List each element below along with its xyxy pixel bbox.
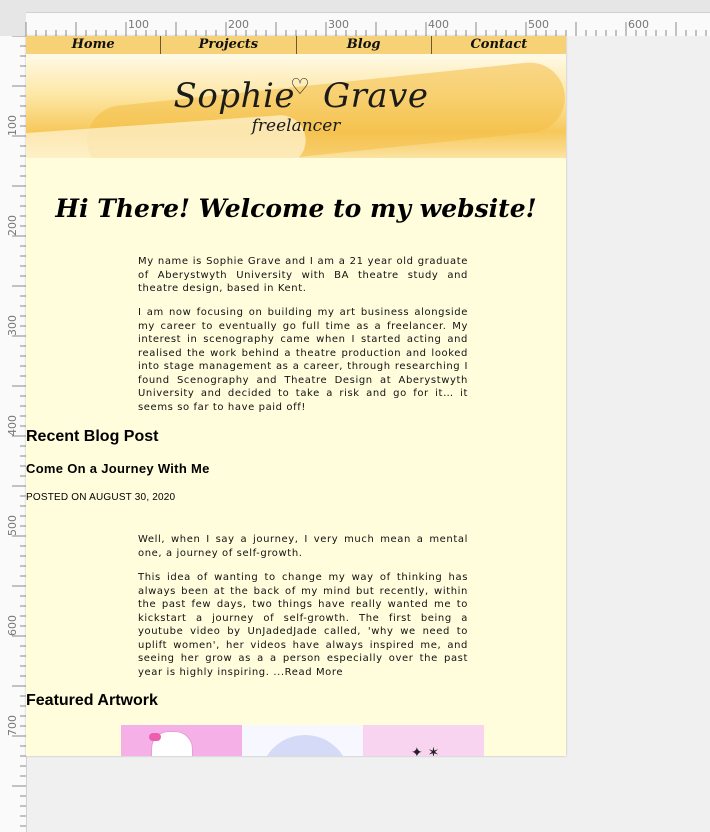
- top-ruler-label: 600: [628, 18, 649, 31]
- left-ruler-label: 500: [6, 515, 19, 536]
- top-ruler-label: 200: [228, 18, 249, 31]
- nav-item-blog[interactable]: Blog: [297, 36, 432, 54]
- artwork-thumbnail[interactable]: [242, 725, 363, 756]
- header-banner: Sophie Grave ♡ freelancer: [26, 54, 566, 158]
- nav-item-projects[interactable]: Projects: [161, 36, 297, 54]
- blog-post-date: POSTED ON AUGUST 30, 2020: [26, 492, 176, 503]
- nav-item-contact[interactable]: Contact: [432, 36, 566, 54]
- artwork-thumbnail[interactable]: ✦ ✶: [363, 725, 484, 756]
- intro-paragraph-2: I am now focusing on building my art bus…: [138, 307, 468, 413]
- blog-paragraph-2: This idea of wanting to change my way of…: [138, 572, 468, 678]
- welcome-heading: Hi There! Welcome to my website!: [55, 194, 537, 223]
- top-ruler-ticks: [25, 22, 707, 36]
- page-canvas: Home Projects Blog Contact Sophie Grave ♡…: [26, 36, 566, 756]
- logo-first-name: Sophie: [173, 76, 295, 116]
- left-ruler-label: 200: [6, 215, 19, 236]
- logo-last-name: Grave: [322, 76, 429, 116]
- top-ruler-label: 100: [128, 18, 149, 31]
- top-ruler-label: 400: [428, 18, 449, 31]
- left-ruler: 100 200 300 400 500 600 700: [0, 36, 27, 832]
- heart-icon: ♡: [290, 75, 310, 100]
- intro-paragraph-1: My name is Sophie Grave and I am a 21 ye…: [138, 256, 468, 294]
- blog-post-title[interactable]: Come On a Journey With Me: [26, 461, 210, 476]
- top-ruler-label: 500: [528, 18, 549, 31]
- bow-icon: [149, 733, 161, 741]
- blog-paragraph-1: Well, when I say a journey, I very much …: [138, 534, 468, 559]
- sparkle-icon: ✦ ✶: [411, 745, 440, 756]
- nav-item-home[interactable]: Home: [26, 36, 162, 54]
- artwork-thumbnail[interactable]: [121, 725, 242, 756]
- left-ruler-label: 700: [6, 715, 19, 736]
- left-ruler-label: 100: [6, 115, 19, 136]
- top-ruler: 100 200 300 400 500 600: [0, 0, 710, 36]
- left-ruler-label: 400: [6, 415, 19, 436]
- nav-bar: Home Projects Blog Contact: [26, 36, 566, 55]
- left-ruler-label: 300: [6, 315, 19, 336]
- logo-subtitle: freelancer: [251, 116, 341, 136]
- recent-blog-heading: Recent Blog Post: [26, 428, 159, 445]
- featured-artwork-heading: Featured Artwork: [26, 692, 158, 709]
- circle-icon: [260, 735, 350, 756]
- top-ruler-label: 300: [328, 18, 349, 31]
- left-ruler-label: 600: [6, 615, 19, 636]
